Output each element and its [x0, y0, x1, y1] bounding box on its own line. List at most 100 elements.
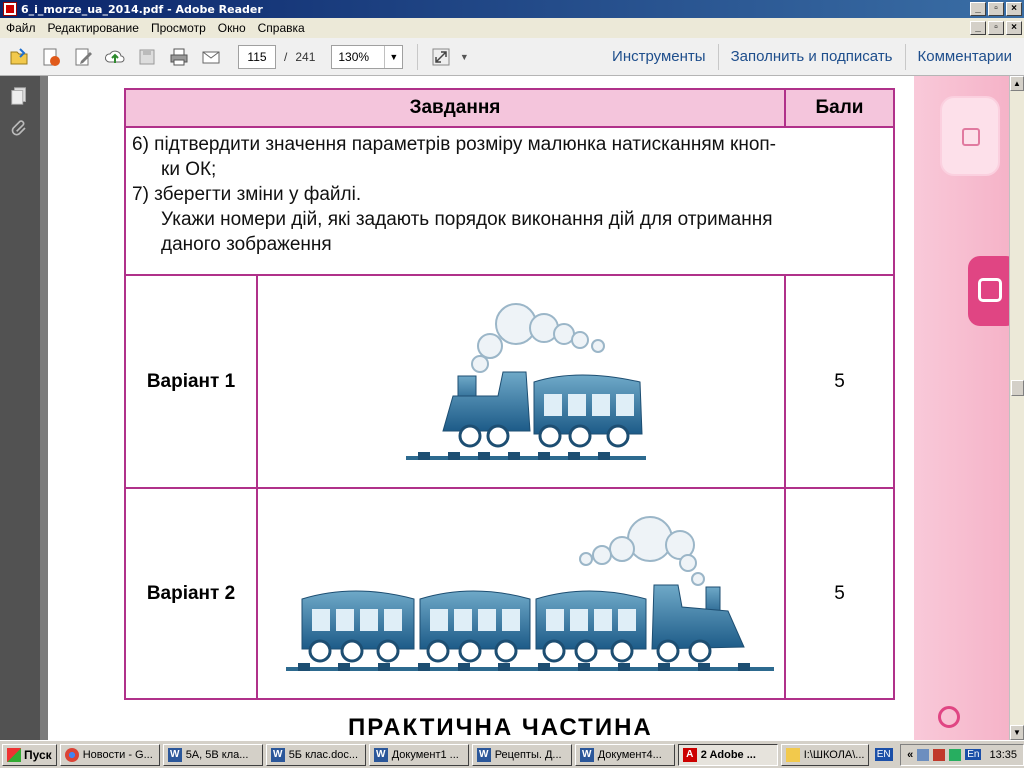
train-illustration [406, 303, 646, 460]
comments-link[interactable]: Комментарии [906, 48, 1024, 65]
page-decoration-tab [940, 96, 1000, 176]
scroll-down-arrow[interactable]: ▼ [1010, 725, 1024, 740]
print-icon[interactable] [166, 44, 192, 70]
zoom-select[interactable]: 130% ▼ [331, 44, 404, 69]
word-icon: W [476, 747, 491, 762]
edit-icon[interactable] [70, 44, 96, 70]
attachments-icon[interactable] [8, 116, 32, 140]
pdf-page: Завдання Бали 6) підтвердити значення па… [48, 76, 1009, 740]
taskbar-label: Документ4... [597, 748, 662, 761]
minimize-button[interactable]: _ [970, 2, 986, 16]
taskbar-button-adobe[interactable]: A 2 Adobe ... [677, 743, 778, 766]
taskbar-button-word[interactable]: W Рецепты. Д... [471, 743, 572, 766]
windows-logo-icon [7, 747, 21, 762]
page-decoration-tab [968, 256, 1009, 326]
doc-minimize-button[interactable]: _ [970, 21, 986, 35]
header-points: Бали [815, 97, 864, 118]
taskbar-button-word[interactable]: W 5А, 5В кла... [162, 743, 263, 766]
train-image [258, 489, 786, 698]
document-viewport[interactable]: Завдання Бали 6) підтвердити значення па… [40, 76, 1009, 740]
table-header: Завдання Бали [126, 90, 893, 128]
doc-restore-button[interactable]: ▫ [988, 21, 1004, 35]
folder-icon [785, 747, 800, 762]
header-task: Завдання [126, 90, 786, 126]
table-row: Варіант 2 5 [126, 487, 893, 698]
menu-file[interactable]: Файл [0, 21, 42, 35]
word-icon: W [373, 747, 388, 762]
taskbar-label: Новости - G... [82, 748, 153, 761]
menu-help[interactable]: Справка [252, 21, 311, 35]
word-icon: W [270, 747, 285, 762]
email-icon[interactable] [198, 44, 224, 70]
section-heading: ПРАКТИЧНА ЧАСТИНА [348, 714, 653, 740]
navigation-pane [0, 76, 40, 740]
language-indicator[interactable]: EN [874, 748, 893, 761]
window-titlebar: 6_i_morze_ua_2014.pdf - Adobe Reader _ ▫… [0, 0, 1024, 18]
upload-cloud-icon[interactable] [102, 44, 128, 70]
save-icon[interactable] [134, 44, 160, 70]
taskbar-label: Документ1 ... [391, 748, 459, 761]
variant-points: 5 [834, 582, 845, 604]
variant-label: Варіант 2 [126, 489, 258, 698]
taskbar-button-word[interactable]: W 5Б клас.doc... [265, 743, 366, 766]
open-icon[interactable] [6, 44, 32, 70]
menu-bar: Файл Редактирование Просмотр Окно Справк… [0, 18, 1024, 38]
start-button[interactable]: Пуск [2, 743, 57, 766]
windows-taskbar: Пуск Новости - G... W 5А, 5В кла... W 5Б… [0, 740, 1024, 768]
adobe-reader-icon [3, 2, 17, 16]
task-line: 6) підтвердити значення параметрів розмі… [132, 134, 777, 155]
tray-expand-icon[interactable]: « [907, 749, 913, 761]
menu-view[interactable]: Просмотр [145, 21, 212, 35]
menu-window[interactable]: Окно [212, 21, 252, 35]
train-illustration [286, 516, 774, 671]
tools-link[interactable]: Инструменты [600, 48, 718, 65]
word-icon: W [167, 747, 182, 762]
close-button[interactable]: × [1006, 2, 1022, 16]
page-total: 241 [295, 49, 316, 64]
security-icon[interactable] [933, 748, 946, 761]
restore-button[interactable]: ▫ [988, 2, 1004, 16]
taskbar-button-chrome[interactable]: Новости - G... [59, 743, 160, 766]
taskbar-label: 5А, 5В кла... [185, 748, 249, 761]
task-description: 6) підтвердити значення параметрів розмі… [126, 128, 893, 276]
task-line: даного зображення [161, 234, 332, 255]
toolbar-more-icon[interactable]: ▼ [456, 44, 472, 70]
scroll-thumb[interactable] [1011, 380, 1024, 396]
clock[interactable]: 13:35 [989, 749, 1017, 761]
train-image [258, 276, 786, 487]
tray-language-icon[interactable]: En [965, 749, 982, 760]
update-icon[interactable] [949, 748, 962, 761]
taskbar-label: I:\ШКОЛА\... [803, 748, 865, 761]
network-icon[interactable] [917, 748, 930, 761]
page-decoration-circle [938, 706, 960, 728]
zoom-value: 130% [338, 49, 370, 64]
fill-sign-link[interactable]: Заполнить и подписать [719, 48, 905, 65]
page-thumbnails-icon[interactable] [8, 84, 32, 108]
variant-label: Варіант 1 [126, 276, 258, 487]
menu-edit[interactable]: Редактирование [42, 21, 145, 35]
taskbar-label: 2 Adobe ... [700, 748, 756, 761]
taskbar-button-folder[interactable]: I:\ШКОЛА\... [780, 743, 869, 766]
create-pdf-icon[interactable] [38, 44, 64, 70]
toolbar-divider [417, 43, 419, 70]
taskbar-label: 5Б клас.doc... [288, 748, 359, 761]
adobe-icon: A [682, 747, 697, 762]
task-line: 7) зберегти зміни у файлі. [132, 184, 362, 205]
page-separator: / [284, 49, 288, 64]
taskbar-button-word[interactable]: W Документ4... [574, 743, 675, 766]
word-icon: W [579, 747, 594, 762]
scroll-up-arrow[interactable]: ▲ [1010, 76, 1024, 91]
start-label: Пуск [24, 747, 52, 762]
window-title: 6_i_morze_ua_2014.pdf - Adobe Reader [21, 2, 263, 16]
task-table: Завдання Бали 6) підтвердити значення па… [124, 88, 895, 700]
doc-close-button[interactable]: × [1006, 21, 1022, 35]
table-row: Варіант 1 5 [126, 276, 893, 487]
main-toolbar: 115 / 241 130% ▼ ▼ Инструменты Заполнить… [0, 38, 1024, 76]
taskbar-button-word[interactable]: W Документ1 ... [368, 743, 469, 766]
fullscreen-icon[interactable] [428, 44, 454, 70]
vertical-scrollbar[interactable]: ▲ ▼ [1009, 76, 1024, 740]
chevron-down-icon[interactable]: ▼ [384, 45, 402, 68]
variant-points: 5 [834, 370, 845, 392]
system-tray: « En 13:35 [900, 743, 1024, 766]
page-number-input[interactable]: 115 [238, 44, 276, 69]
